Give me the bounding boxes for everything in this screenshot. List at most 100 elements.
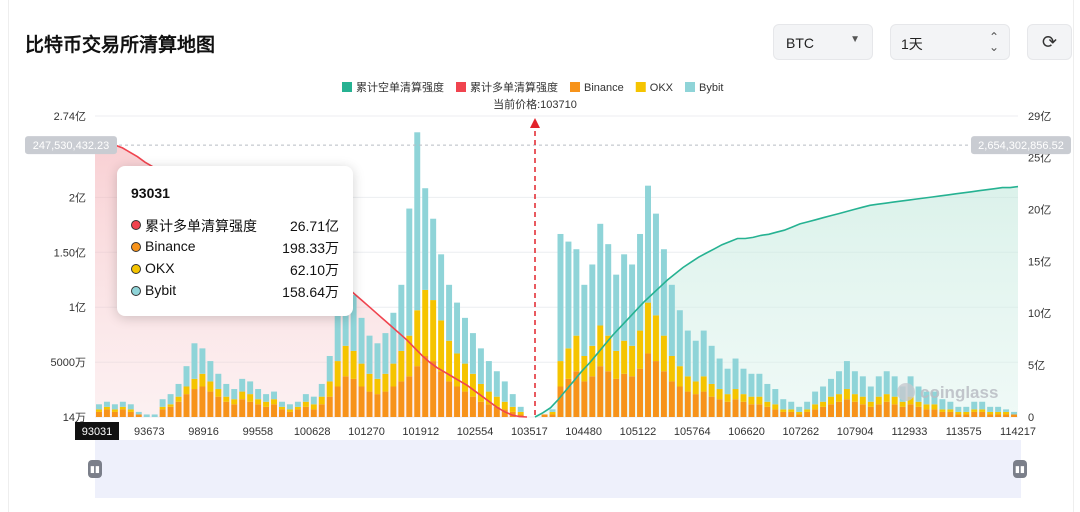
right-axis-tick: 10亿 [1028,307,1051,320]
bar-bybit [271,391,278,400]
bar-okx [995,411,1002,415]
bar-okx [843,389,850,400]
bar-bybit [239,378,246,392]
bar-bybit [493,371,500,397]
bar-bybit [589,264,596,346]
bar-binance [1003,414,1010,417]
bar-bybit [645,185,651,303]
bar-bybit [143,414,150,417]
bar-okx [438,320,445,372]
bar-binance [469,396,476,417]
bar-okx [645,302,651,354]
bar-binance [605,371,612,417]
bar-binance [708,396,715,417]
tooltip-title: 93031 [131,185,170,201]
legend-label: 累计多单清算强度 [470,80,558,94]
bar-binance [358,386,365,417]
bar-okx [127,409,134,412]
bar-okx [963,411,970,415]
bar-bybit [438,254,445,321]
bar-okx [509,406,516,412]
bar-binance [891,404,898,417]
bar-okx [692,381,699,395]
bar-bybit [1011,411,1017,415]
range-handle-right[interactable]: ▮▮ [1013,460,1027,478]
bar-okx [637,330,644,369]
tooltip-dot-long [131,220,141,230]
bar-bybit [780,399,787,410]
tooltip-dot-binance [131,242,141,252]
bar-bybit [764,383,771,402]
x-axis-tick: 107904 [837,426,874,438]
bar-binance [772,409,779,417]
bar-bybit [111,404,118,410]
bar-binance [406,376,413,417]
bar-okx [159,406,166,410]
bar-binance [111,411,118,417]
bar-bybit [724,368,731,395]
bar-bybit [286,404,293,410]
bar-bybit [509,394,516,407]
bar-bybit [668,284,675,356]
bar-binance [342,376,349,417]
bar-bybit [414,132,421,311]
bar-okx [899,401,906,407]
tooltip-value: 158.64万 [282,284,339,300]
bar-binance [326,396,333,417]
range-handle-left[interactable]: ▮▮ [88,460,102,478]
bar-bybit [422,188,429,290]
bar-binance [549,414,556,417]
bar-binance [676,386,683,417]
bar-binance [692,394,699,417]
bar-binance [652,361,659,417]
bar-okx [462,363,468,392]
bar-okx [414,310,421,367]
bar-okx [239,391,246,400]
bar-binance [382,391,389,417]
right-axis-tick: 20亿 [1028,203,1051,216]
bar-binance [239,399,246,417]
bar-okx [119,406,126,410]
bar-bybit [517,406,524,412]
bar-okx [875,396,882,405]
tooltip-row: OKX 62.10万 [131,260,339,280]
bar-binance [127,411,134,417]
bar-okx [279,406,285,410]
bar-binance [716,399,723,417]
bar-binance [923,409,930,417]
bar-binance [294,409,301,417]
bar-bybit [971,401,978,410]
bar-okx [621,340,628,374]
bar-binance [700,391,707,417]
bar-okx [111,409,118,412]
bar-binance [191,389,198,417]
bar-okx [430,300,437,362]
bar-bybit [652,213,659,316]
bar-binance [1011,414,1017,417]
bar-bybit [796,406,803,412]
range-scrollbar[interactable] [95,440,1021,498]
bar-binance [477,401,484,417]
bar-okx [613,350,620,379]
x-axis-tick: 112933 [891,426,927,438]
bar-binance [907,404,914,417]
bar-bybit [96,404,102,410]
bar-okx [477,383,484,402]
bar-binance [485,404,492,417]
bar-okx [939,409,946,412]
bar-bybit [979,401,986,410]
bar-okx [207,381,214,392]
bar-okx [167,404,174,407]
bar-binance [318,404,325,417]
bar-okx [748,396,755,405]
right-axis-tick: 29亿 [1028,110,1051,123]
tooltip-label: 累计多单清算强度 [145,218,257,234]
bar-okx [652,315,659,362]
coinglass-logo-icon [897,383,915,401]
bar-okx [223,396,230,402]
x-axis-tick: 98916 [188,426,219,438]
x-axis-tick: 113575 [946,426,982,438]
legend-label: Bybit [699,82,723,94]
bar-bybit [708,345,715,384]
bar-okx [286,409,293,412]
